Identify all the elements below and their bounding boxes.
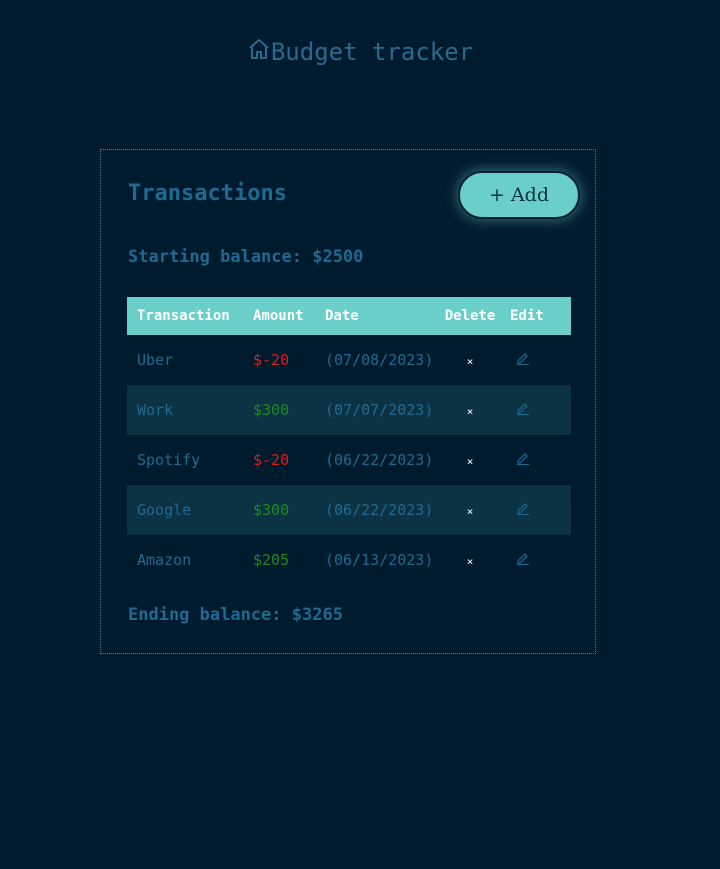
- transaction-amount: $300: [243, 485, 315, 535]
- edit-icon[interactable]: [516, 451, 530, 465]
- edit-cell: [500, 385, 571, 435]
- table-row: Uber $-20 (07/08/2023) ×: [127, 335, 571, 385]
- edit-icon[interactable]: [516, 551, 530, 565]
- transactions-table: Transaction Amount Date Delete Edit Uber…: [127, 297, 571, 585]
- edit-icon[interactable]: [516, 501, 530, 515]
- transaction-amount: $205: [253, 551, 290, 569]
- delete-cell: ×: [440, 385, 500, 435]
- app-title: Budget tracker: [270, 38, 474, 66]
- transaction-amount: $-20: [253, 451, 290, 469]
- transactions-title: Transactions: [128, 181, 287, 206]
- table-row: Spotify $-20 (06/22/2023) ×: [127, 435, 571, 485]
- delete-cell: ×: [440, 485, 500, 535]
- edit-cell: [500, 335, 571, 385]
- delete-cell: ×: [440, 335, 500, 385]
- header-edit: Edit: [500, 297, 571, 335]
- transaction-name: Work: [127, 385, 243, 435]
- delete-cell: ×: [440, 535, 500, 585]
- edit-cell: [500, 535, 571, 585]
- transaction-date: (06/22/2023): [325, 451, 434, 469]
- transaction-name: Amazon: [137, 551, 192, 569]
- transaction-date: (07/07/2023): [315, 385, 440, 435]
- edit-icon[interactable]: [516, 351, 530, 365]
- transaction-date: (07/08/2023): [325, 351, 434, 369]
- delete-icon[interactable]: ×: [467, 405, 474, 418]
- transaction-amount: $300: [243, 385, 315, 435]
- table-header-row: Transaction Amount Date Delete Edit: [127, 297, 571, 335]
- header-delete: Delete: [440, 297, 500, 335]
- ending-balance: Ending balance: $3265: [128, 605, 343, 625]
- app-header: Budget tracker: [0, 36, 720, 68]
- delete-icon[interactable]: ×: [467, 355, 474, 368]
- edit-cell: [500, 485, 571, 535]
- table-row: Google $300 (06/22/2023) ×: [127, 485, 571, 535]
- table-row: Work $300 (07/07/2023) ×: [127, 385, 571, 435]
- transaction-name: Spotify: [137, 451, 201, 469]
- header-amount: Amount: [243, 297, 315, 335]
- edit-icon[interactable]: [516, 401, 530, 415]
- edit-cell: [500, 435, 571, 485]
- transaction-amount: $-20: [253, 351, 290, 369]
- transactions-card: Transactions + Add Starting balance: $25…: [100, 149, 596, 654]
- header-transaction: Transaction: [127, 297, 243, 335]
- transaction-name: Uber: [137, 351, 174, 369]
- starting-balance: Starting balance: $2500: [128, 247, 364, 267]
- home-icon: [249, 39, 269, 59]
- add-transaction-button[interactable]: + Add: [458, 171, 580, 219]
- table-row: Amazon $205 (06/13/2023) ×: [127, 535, 571, 585]
- delete-icon[interactable]: ×: [467, 505, 474, 518]
- delete-icon[interactable]: ×: [467, 455, 474, 468]
- transaction-name: Google: [127, 485, 243, 535]
- delete-cell: ×: [440, 435, 500, 485]
- header-date: Date: [315, 297, 440, 335]
- transaction-date: (06/22/2023): [315, 485, 440, 535]
- delete-icon[interactable]: ×: [467, 555, 474, 568]
- transaction-date: (06/13/2023): [325, 551, 434, 569]
